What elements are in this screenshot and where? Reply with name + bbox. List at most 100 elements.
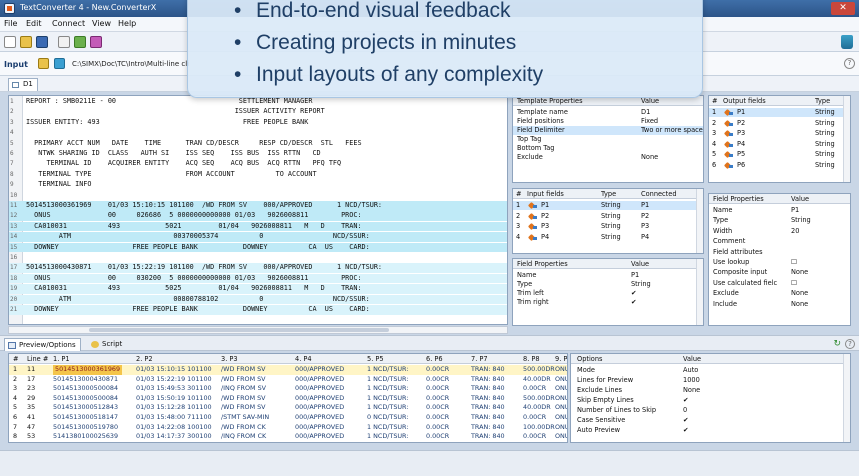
text-line[interactable]: 17 5014513000430871 01/03 15:22:19 101100… [9,263,507,273]
output-field-row[interactable]: 3 P3 String [709,129,850,138]
property-row[interactable]: Comment [709,237,850,246]
input-field-row[interactable]: 3 P3 String P3 [513,222,703,231]
property-row[interactable]: Field attributes [709,248,850,257]
option-row[interactable]: Case Sensitive ✔ [571,416,850,425]
property-row[interactable]: Include None [709,300,850,309]
property-row[interactable]: Type String [709,216,850,225]
refresh-icon[interactable]: ↻ [833,339,841,349]
property-row[interactable]: Name P1 [709,206,850,215]
text-line[interactable]: 16 [9,253,507,263]
property-row[interactable]: Use calculated fielc ☐ [709,279,850,288]
text-line[interactable]: 5 PRIMARY ACCT NUM DATE TIME TRAN CD/DES… [9,139,507,149]
table-row[interactable]: 3 23 5014513000500084 01/03 15:49:53 301100… [9,384,567,394]
text-line[interactable]: 11 5014513000361969 01/03 15:10:15 101100… [9,201,507,211]
property-row[interactable]: Trim right ✔ [513,298,703,307]
field-properties-scrollbar[interactable] [696,259,703,325]
property-row[interactable]: Bottom Tag [513,144,703,153]
option-row[interactable]: Lines for Preview 1000 [571,376,850,385]
property-row[interactable]: Top Tag [513,135,703,144]
grid-column-header[interactable]: 6. P6 [426,355,443,363]
file-type-icon[interactable] [54,58,65,69]
table-row[interactable]: 8 53 5141380100025639 01/03 14:17:37 300100… [9,432,567,442]
tab-script[interactable]: Script [88,338,126,351]
menu-view[interactable]: View [92,19,111,28]
grid-column-header[interactable]: Line # [27,355,48,363]
text-line[interactable]: 12 ONUS 00 026686 5 0000000000000 01/03 … [9,211,507,221]
scroll-thumb[interactable] [89,328,389,332]
output-fields-scrollbar[interactable] [843,96,850,182]
grid-column-header[interactable]: 8. P8 [523,355,540,363]
save-icon[interactable] [36,36,48,48]
input-field-row[interactable]: 2 P2 String P2 [513,212,703,221]
property-row[interactable]: Type String [513,280,703,289]
property-row[interactable]: Field positions Fixed [513,117,703,126]
table-row[interactable]: 6 41 5014513000518147 01/03 15:48:00 711100… [9,413,567,423]
text-line[interactable]: 3 ISSUER ENTITY: 493 FREE PEOPLE BANK [9,118,507,128]
text-line[interactable]: 2 ISSUER ACTIVITY REPORT [9,107,507,117]
new-file-icon[interactable] [4,36,16,48]
table-row[interactable]: 1 11 5014513000361969 01/03 15:10:15 101100… [9,365,567,375]
menu-file[interactable]: File [4,19,17,28]
property-row[interactable]: Name P1 [513,271,703,280]
property-row[interactable]: Field Delimiter Two or more space [513,126,703,135]
property-row[interactable]: Width 20 [709,227,850,236]
text-line[interactable]: 15 DOWNEY FREE PEOPLE BANK DOWNEY CA US … [9,242,507,253]
grid-column-header[interactable]: 2. P2 [136,355,153,363]
grid-column-header[interactable]: 1. P1 [53,355,70,363]
option-row[interactable]: Exclude Lines None [571,386,850,395]
text-line[interactable]: 1 REPORT : SMB0211E - 00 SETTLEMENT MANAG… [9,97,507,107]
grid-column-header[interactable]: 7. P7 [471,355,488,363]
menu-connect[interactable]: Connect [52,19,85,28]
tools-icon[interactable] [58,36,70,48]
property-row[interactable]: Trim left ✔ [513,289,703,298]
output-field-row[interactable]: 2 P2 String [709,119,850,128]
text-line[interactable]: 21 DOWNEY FREE PEOPLE BANK DOWNEY CA US … [9,305,507,315]
grid-column-header[interactable]: # [13,355,19,363]
output-field-row[interactable]: 6 P6 String [709,161,850,170]
chart-icon[interactable] [74,36,86,48]
grid-column-header[interactable]: 9. P [555,355,567,363]
table-row[interactable]: 7 47 5014513000519780 01/03 14:22:08 100100… [9,423,567,433]
tab-preview-options[interactable]: Preview/Options [4,338,81,351]
grid-column-header[interactable]: 5. P5 [367,355,384,363]
table-row[interactable]: 4 29 5014513000500084 01/03 15:50:19 101100… [9,394,567,404]
grid-column-header[interactable]: 3. P3 [221,355,238,363]
table-row[interactable]: 5 35 5014513000512843 01/03 15:12:28 101100… [9,403,567,413]
close-button[interactable]: ✕ [831,2,855,15]
text-line[interactable]: 13 CA010031 493 5021 01/04 9026008811 M … [9,221,507,232]
preview-help-icon[interactable]: ? [845,339,855,349]
option-row[interactable]: Number of Lines to Skip 0 [571,406,850,415]
options-scrollbar[interactable] [843,354,850,442]
eraser-icon[interactable] [90,36,102,48]
property-row[interactable]: Use lookup ☐ [709,258,850,267]
text-horizontal-scrollbar[interactable] [8,326,508,334]
output-field-row[interactable]: 1 P1 String [709,108,850,117]
property-row[interactable]: Template name D1 [513,108,703,117]
option-row[interactable]: Skip Empty Lines ✔ [571,396,850,405]
menu-help[interactable]: Help [118,19,136,28]
text-line[interactable]: 20 ATM 00800788102 0 NCD/SSUR: [9,294,507,305]
grid-column-header[interactable]: 4. P4 [295,355,312,363]
option-row[interactable]: Auto Preview ✔ [571,426,850,435]
menu-edit[interactable]: Edit [26,19,42,28]
table-row[interactable]: 2 17 5014513000430871 01/03 15:22:19 101100… [9,375,567,385]
tab-d1[interactable]: D1 [8,78,38,91]
input-fields-scrollbar[interactable] [696,189,703,253]
text-line[interactable]: 10 [9,191,507,201]
output-field-row[interactable]: 5 P5 String [709,150,850,159]
preview-grid[interactable]: # Line # 1. P1 2. P2 3. P3 4. P4 5. P5 6. P6 7. … [8,353,568,443]
property-row[interactable]: Exclude None [709,289,850,298]
output-field-row[interactable]: 4 P4 String [709,140,850,149]
text-line[interactable]: 4 [9,128,507,138]
trash-icon[interactable] [841,35,853,49]
option-row[interactable]: Mode Auto [571,366,850,375]
text-line[interactable]: 8 TERMINAL TYPE FROM ACCOUNT TO ACCOUNT [9,170,507,180]
text-line[interactable]: 7 TERMINAL ID ACQUIRER ENTITY ACQ SEQ AC… [9,159,507,169]
text-line[interactable]: 19 CA010031 493 5025 01/04 9026008811 M … [9,284,507,294]
open-folder-icon[interactable] [20,36,32,48]
input-field-row[interactable]: 1 P1 String P1 [513,201,703,210]
browse-icon[interactable] [38,58,49,69]
text-line[interactable]: 9 TERMINAL INFO [9,180,507,190]
input-field-row[interactable]: 4 P4 String P4 [513,233,703,242]
text-line[interactable]: 18 ONUS 00 030200 5 0000000000000 01/03 … [9,273,507,284]
